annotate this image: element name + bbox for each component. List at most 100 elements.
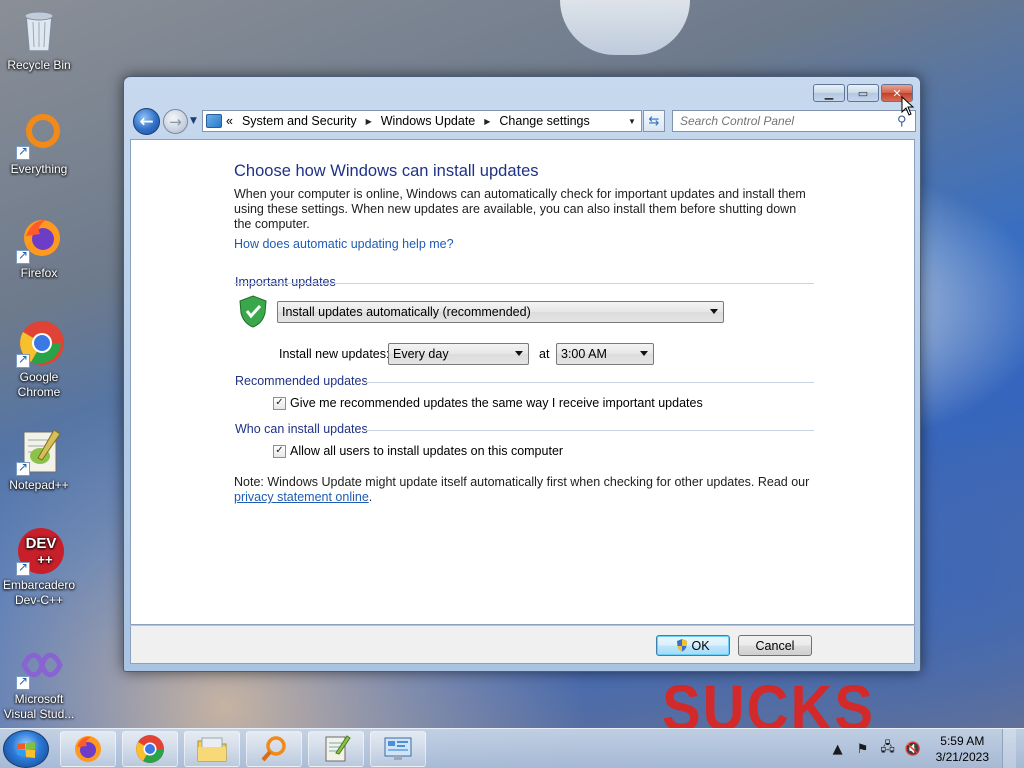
taskbar-control-panel[interactable] bbox=[370, 731, 426, 767]
action-center-flag-icon[interactable]: ⚑ bbox=[855, 741, 871, 757]
desktop-icon-firefox[interactable]: Firefox bbox=[0, 214, 78, 281]
desktop-icon-notepadpp[interactable]: Notepad++ bbox=[0, 426, 78, 493]
desktop-icon-label: Microsoft Visual Stud... bbox=[3, 692, 75, 721]
desktop-icon-label: Recycle Bin bbox=[7, 58, 71, 72]
desktop-icon-label: Google Chrome bbox=[17, 370, 61, 399]
at-label: at bbox=[539, 347, 550, 361]
desktop-icon-google-chrome[interactable]: Google Chrome bbox=[0, 318, 78, 400]
notepadpp-icon bbox=[325, 735, 351, 762]
back-arrow-icon: ← bbox=[139, 111, 154, 132]
desktop-icon-recycle-bin[interactable]: Recycle Bin bbox=[0, 6, 78, 73]
privacy-statement-link[interactable]: privacy statement online bbox=[234, 490, 369, 504]
shortcut-arrow-icon bbox=[16, 560, 30, 576]
schedule-time-select[interactable]: 3:00 AM bbox=[556, 343, 654, 365]
shortcut-arrow-icon bbox=[16, 460, 30, 476]
network-icon[interactable]: 🖧 bbox=[880, 740, 896, 757]
allow-all-users-checkbox-row[interactable]: ✓ Allow all users to install updates on … bbox=[273, 444, 563, 458]
breadcrumb: « System and Security ▶ Windows Update ▶… bbox=[226, 114, 623, 128]
show-hidden-icons-icon[interactable]: ▲ bbox=[830, 741, 846, 757]
clock-date: 3/21/2023 bbox=[935, 750, 989, 764]
minimize-button[interactable]: ▁ bbox=[813, 84, 845, 102]
mouse-cursor-icon bbox=[901, 96, 915, 116]
firefox-icon bbox=[75, 736, 101, 762]
breadcrumb-item-windows-update[interactable]: Windows Update bbox=[381, 114, 476, 128]
ok-label: OK bbox=[691, 638, 710, 653]
breadcrumb-separator-icon[interactable]: ▶ bbox=[484, 117, 490, 126]
help-link[interactable]: How does automatic updating help me? bbox=[234, 237, 454, 251]
desktop-icon-visual-studio[interactable]: Microsoft Visual Stud... bbox=[0, 640, 78, 722]
schedule-day-value: Every day bbox=[393, 347, 449, 361]
control-panel-window: ▁ ▭ ✕ ← → ▼ « System and Security ▶ Wind… bbox=[123, 76, 921, 672]
breadcrumb-overflow[interactable]: « bbox=[226, 114, 233, 128]
checkbox-label[interactable]: Give me recommended updates the same way… bbox=[290, 396, 703, 410]
chrome-icon bbox=[14, 318, 64, 368]
svg-text:DEV: DEV bbox=[26, 535, 57, 552]
recommended-updates-checkbox-row[interactable]: ✓ Give me recommended updates the same w… bbox=[273, 396, 703, 410]
search-input[interactable] bbox=[680, 114, 897, 128]
shortcut-arrow-icon bbox=[16, 144, 30, 160]
recycle-bin-icon bbox=[14, 6, 64, 56]
allow-all-users-checkbox[interactable]: ✓ bbox=[273, 444, 286, 458]
volume-muted-icon[interactable]: 🔇 bbox=[905, 741, 921, 757]
recommended-updates-checkbox[interactable]: ✓ bbox=[273, 396, 286, 410]
breadcrumb-separator-icon[interactable]: ▶ bbox=[366, 117, 372, 126]
notepadpp-icon bbox=[14, 426, 64, 476]
taskbar-chrome[interactable] bbox=[122, 731, 178, 767]
chrome-icon bbox=[136, 735, 164, 763]
taskbar-firefox[interactable] bbox=[60, 731, 116, 767]
chevron-down-icon bbox=[515, 351, 523, 356]
note-body: Note: Windows Update might update itself… bbox=[234, 475, 810, 489]
update-mode-select[interactable]: Install updates automatically (recommend… bbox=[277, 301, 724, 323]
maximize-button[interactable]: ▭ bbox=[847, 84, 879, 102]
wallpaper-highlight bbox=[560, 0, 690, 55]
back-button[interactable]: ← bbox=[133, 108, 160, 135]
desktop-icon-devcpp[interactable]: DEV++ Embarcadero Dev-C++ bbox=[0, 526, 78, 608]
group-heading-text: Who can install updates bbox=[235, 422, 368, 436]
taskbar-notepadpp[interactable] bbox=[308, 731, 364, 767]
maximize-icon: ▭ bbox=[857, 86, 869, 100]
breadcrumb-item-system-security[interactable]: System and Security bbox=[242, 114, 357, 128]
shortcut-arrow-icon bbox=[16, 248, 30, 264]
forward-button[interactable]: → bbox=[163, 109, 188, 134]
address-dropdown-icon[interactable]: ▼ bbox=[623, 117, 641, 126]
uac-shield-icon bbox=[677, 639, 688, 652]
schedule-label: Install new updates: bbox=[279, 347, 390, 361]
taskbar-file-explorer[interactable] bbox=[184, 731, 240, 767]
firefox-icon bbox=[14, 214, 64, 264]
shortcut-arrow-icon bbox=[16, 674, 30, 690]
divider bbox=[234, 283, 814, 284]
cancel-button[interactable]: Cancel bbox=[738, 635, 812, 656]
search-box[interactable]: ⚲ bbox=[672, 110, 916, 132]
ok-button[interactable]: OK bbox=[656, 635, 730, 656]
svg-text:++: ++ bbox=[37, 552, 53, 567]
note-end: . bbox=[368, 490, 373, 504]
update-mode-value: Install updates automatically (recommend… bbox=[282, 305, 531, 319]
breadcrumb-item-change-settings[interactable]: Change settings bbox=[499, 114, 589, 128]
schedule-time-value: 3:00 AM bbox=[561, 347, 607, 361]
content-pane: Choose how Windows can install updates W… bbox=[130, 139, 915, 625]
schedule-day-select[interactable]: Every day bbox=[388, 343, 529, 365]
refresh-button[interactable]: ⇆ bbox=[643, 110, 665, 132]
show-desktop-button[interactable] bbox=[1002, 729, 1016, 768]
important-updates-heading: Important updates bbox=[235, 275, 336, 289]
visual-studio-icon bbox=[14, 640, 64, 690]
checkbox-label[interactable]: Allow all users to install updates on th… bbox=[290, 444, 563, 458]
address-bar[interactable]: « System and Security ▶ Windows Update ▶… bbox=[202, 110, 642, 132]
taskbar-everything[interactable] bbox=[246, 731, 302, 767]
page-description: When your computer is online, Windows ca… bbox=[234, 187, 806, 231]
taskbar: ▲ ⚑ 🖧 🔇 5:59 AM 3/21/2023 bbox=[0, 728, 1024, 768]
everything-icon bbox=[14, 110, 64, 160]
divider bbox=[364, 430, 814, 431]
file-explorer-icon bbox=[197, 737, 227, 762]
control-panel-icon bbox=[384, 737, 412, 760]
desktop-icon-everything[interactable]: Everything bbox=[0, 110, 78, 177]
everything-icon bbox=[261, 736, 286, 762]
refresh-icon: ⇆ bbox=[648, 113, 660, 129]
chevron-down-icon bbox=[710, 309, 718, 314]
devcpp-icon: DEV ++ bbox=[14, 526, 64, 576]
recent-pages-dropdown[interactable]: ▼ bbox=[190, 116, 197, 126]
clock-time: 5:59 AM bbox=[940, 734, 985, 748]
start-button[interactable] bbox=[3, 730, 49, 768]
cancel-label: Cancel bbox=[755, 638, 795, 653]
clock[interactable]: 5:59 AM 3/21/2023 bbox=[936, 733, 989, 765]
